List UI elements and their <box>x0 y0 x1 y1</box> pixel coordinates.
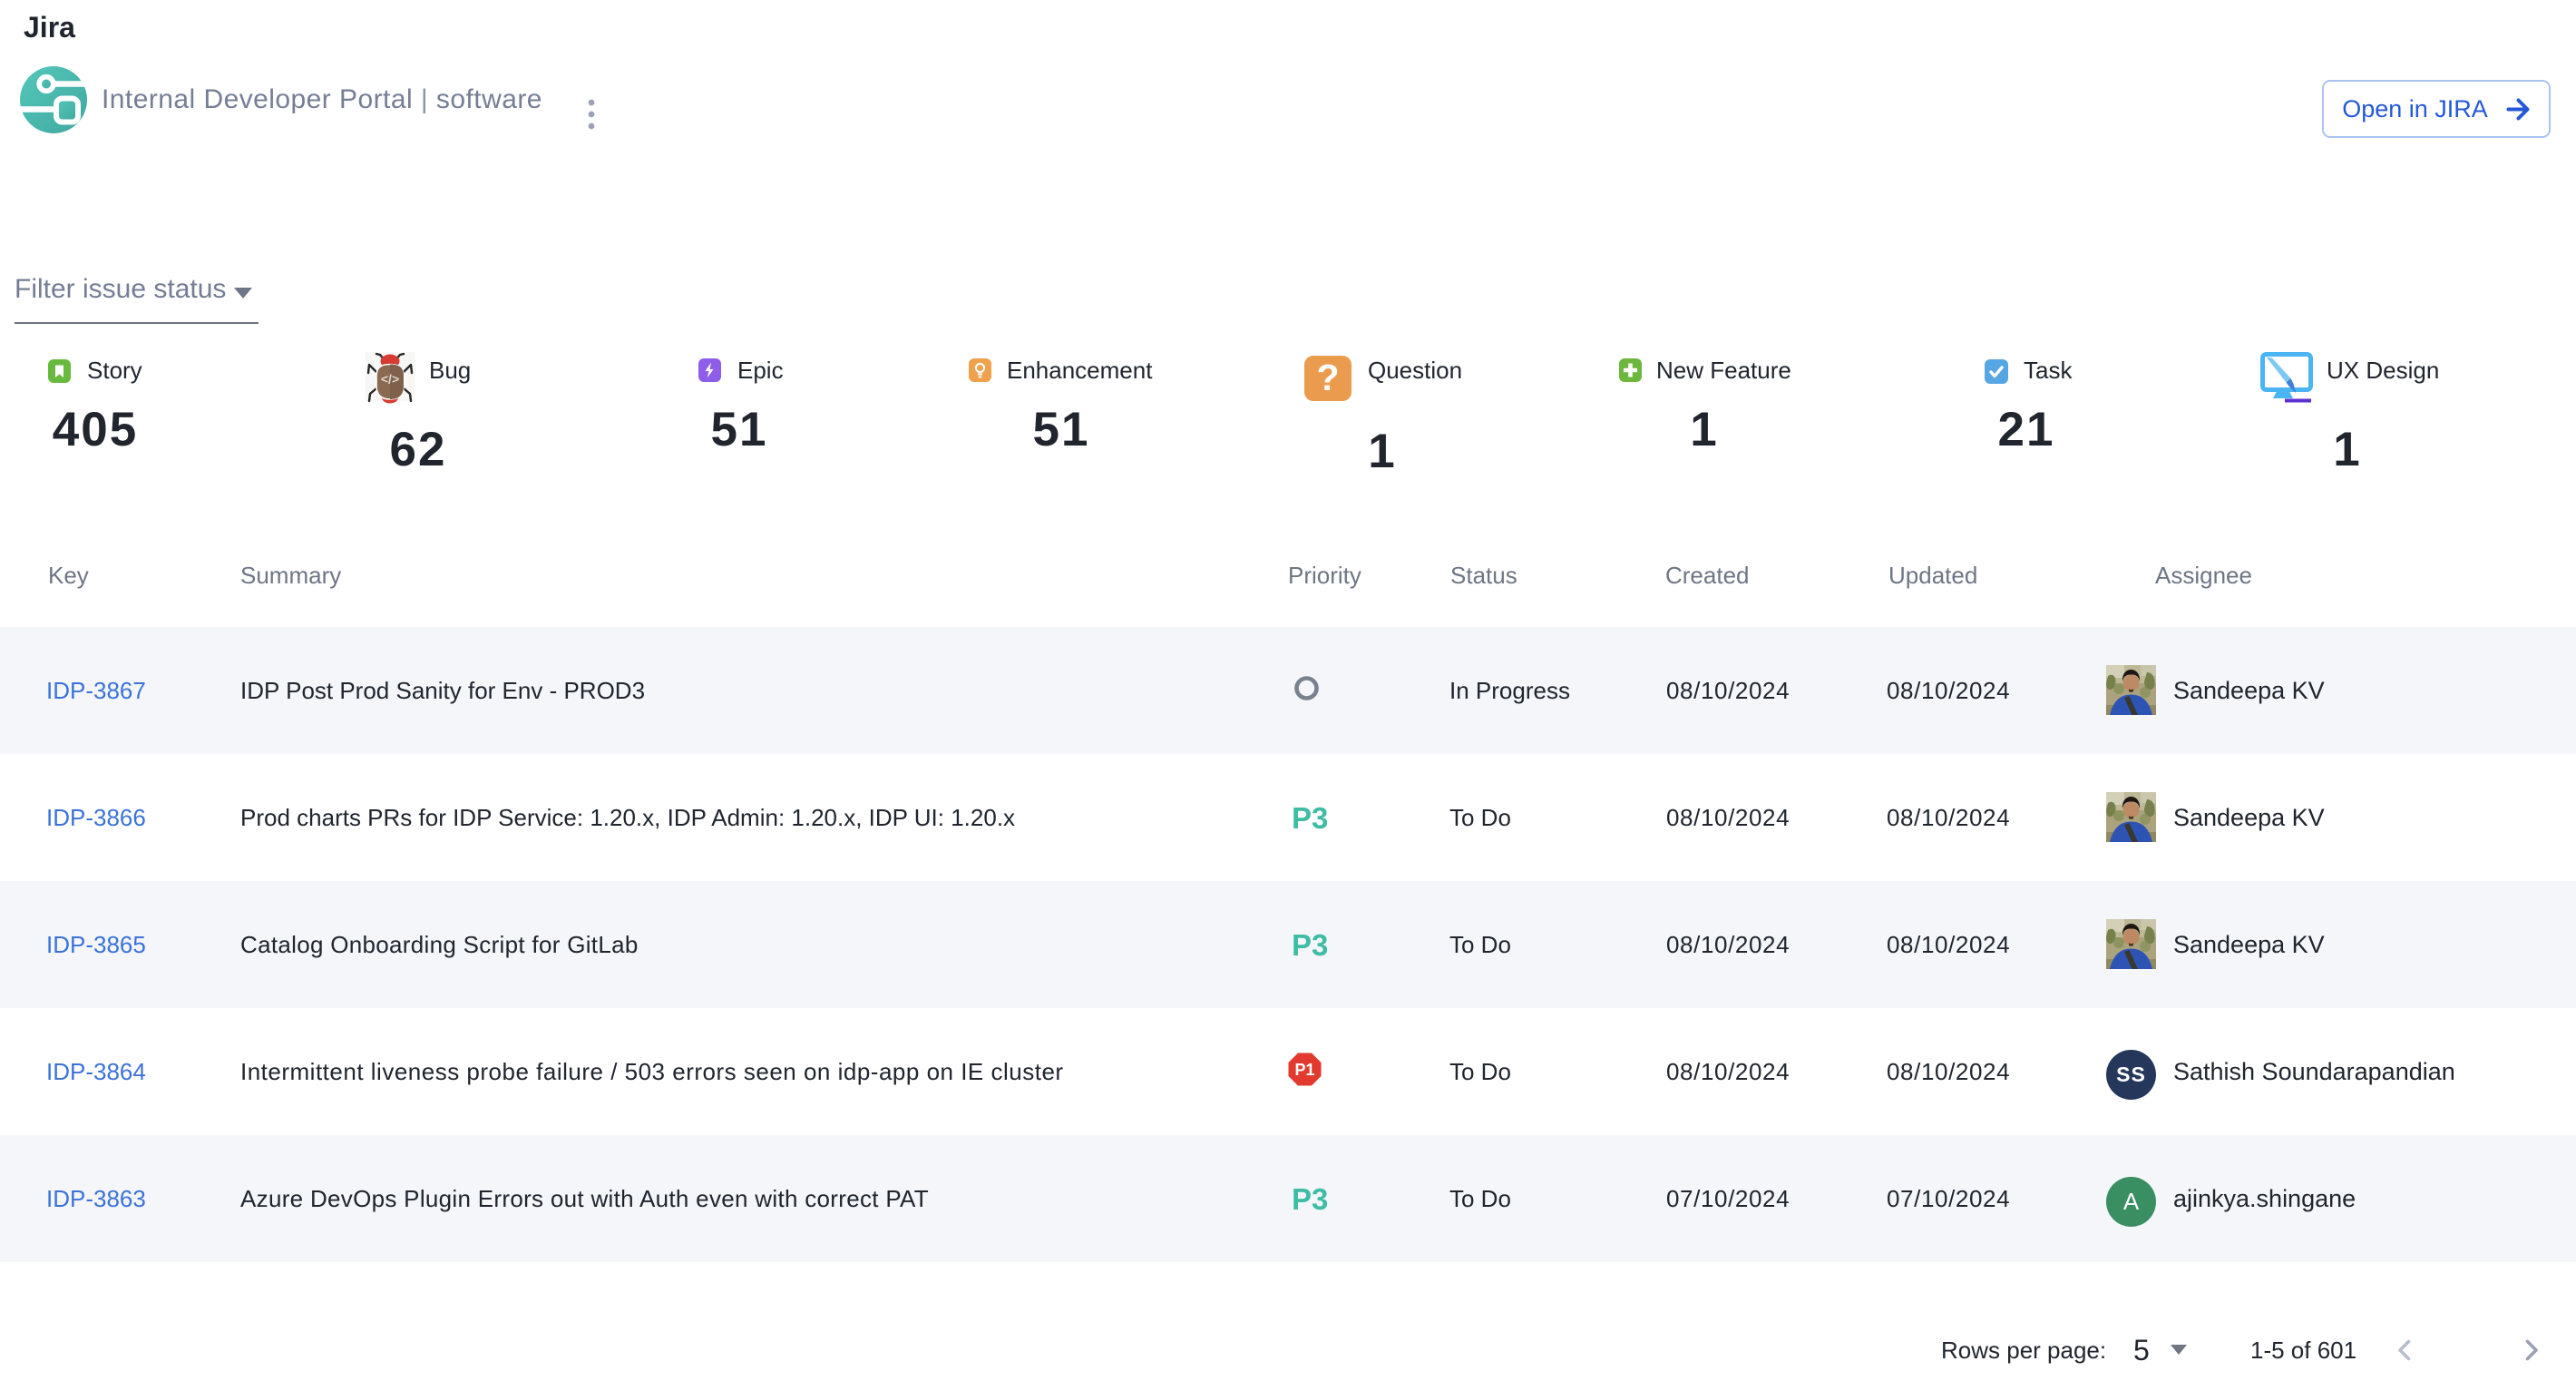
svg-text:P1: P1 <box>1294 1061 1314 1079</box>
svg-text:?: ? <box>1316 357 1339 398</box>
svg-text:</>: </> <box>381 372 399 387</box>
